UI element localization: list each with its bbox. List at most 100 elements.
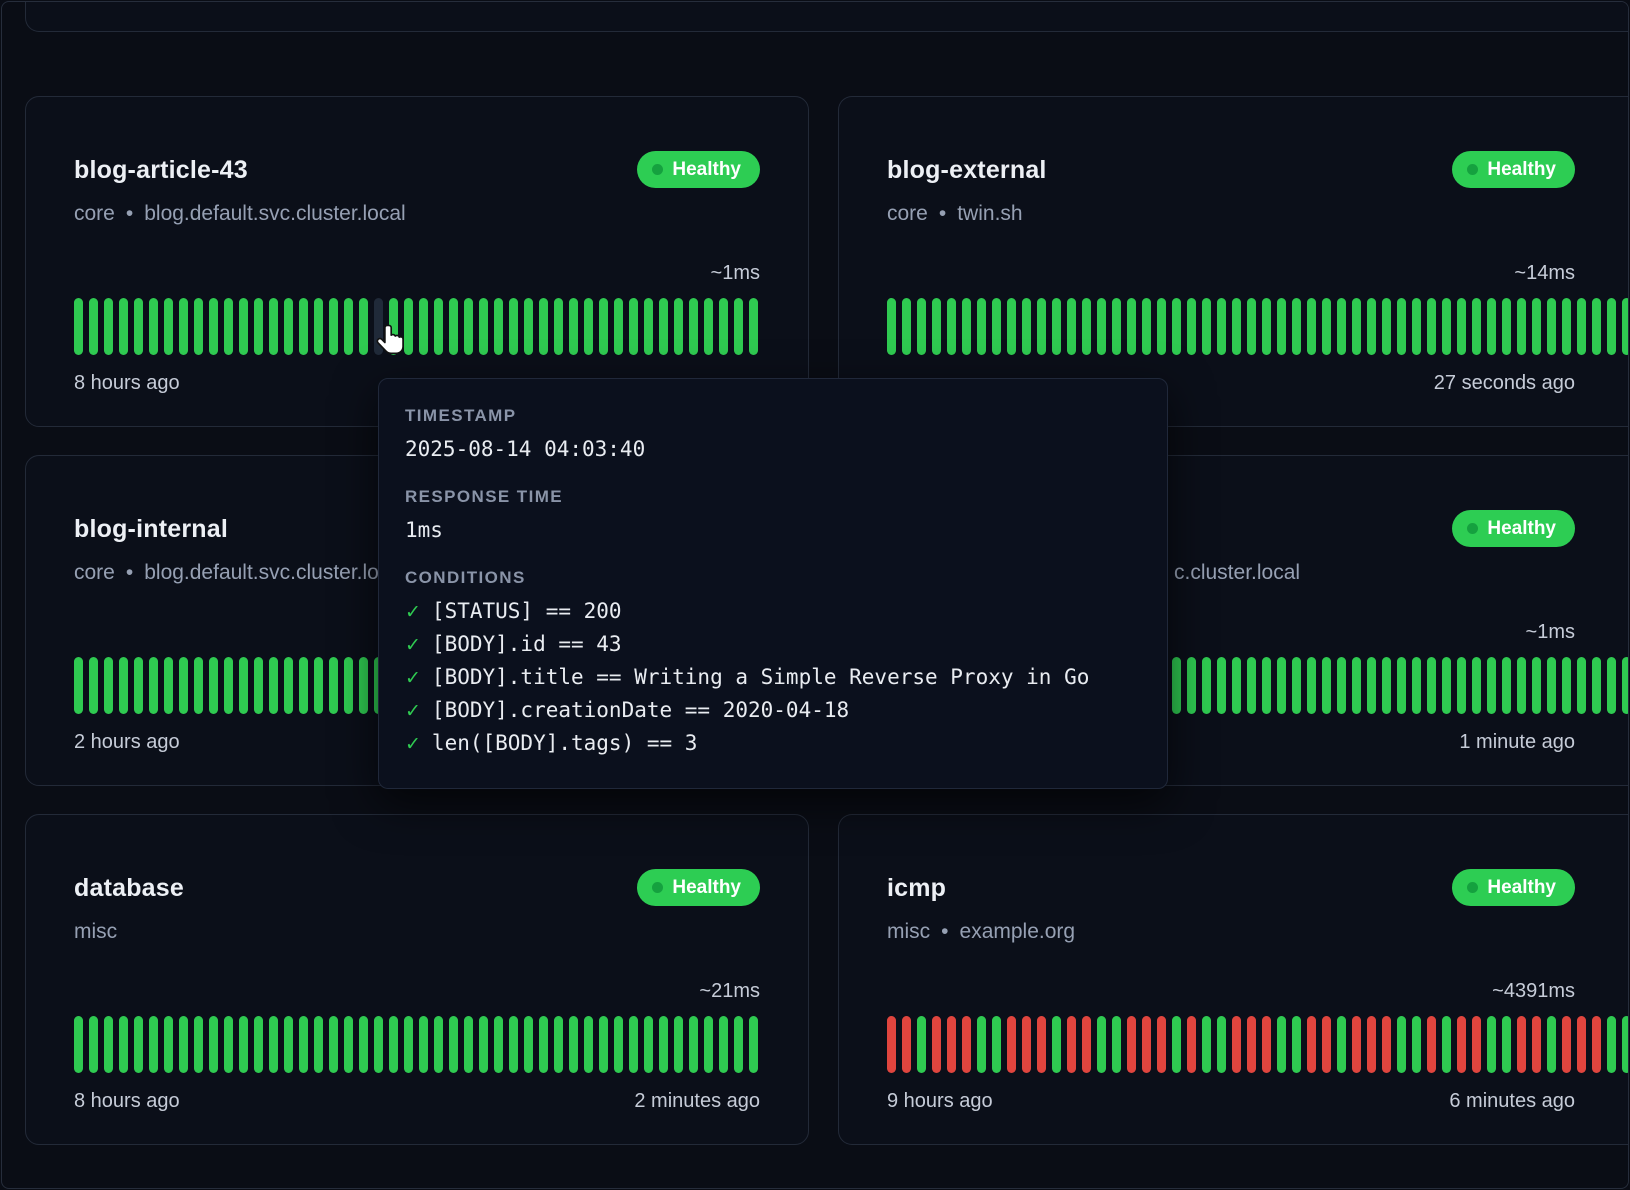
status-bar[interactable] bbox=[1277, 298, 1286, 355]
status-bar[interactable] bbox=[1277, 1016, 1286, 1073]
status-bar[interactable] bbox=[1532, 1016, 1541, 1073]
status-bar[interactable] bbox=[104, 1016, 113, 1073]
status-bar[interactable] bbox=[164, 298, 173, 355]
status-bar[interactable] bbox=[269, 1016, 278, 1073]
status-bar[interactable] bbox=[554, 1016, 563, 1073]
status-bar[interactable] bbox=[1487, 657, 1496, 714]
status-bar[interactable] bbox=[917, 1016, 926, 1073]
status-bar[interactable] bbox=[1547, 298, 1556, 355]
status-bar[interactable] bbox=[269, 298, 278, 355]
status-bar[interactable] bbox=[947, 298, 956, 355]
status-bar[interactable] bbox=[1112, 298, 1121, 355]
status-bar[interactable] bbox=[179, 657, 188, 714]
status-bar[interactable] bbox=[1217, 657, 1226, 714]
status-bar[interactable] bbox=[1307, 1016, 1316, 1073]
status-bar[interactable] bbox=[1187, 657, 1196, 714]
status-bar[interactable] bbox=[344, 657, 353, 714]
status-bar[interactable] bbox=[1232, 298, 1241, 355]
status-bar[interactable] bbox=[224, 657, 233, 714]
status-bar[interactable] bbox=[1007, 1016, 1016, 1073]
status-bar[interactable] bbox=[644, 298, 653, 355]
status-bar[interactable] bbox=[1247, 657, 1256, 714]
status-bar[interactable] bbox=[659, 298, 668, 355]
status-bar[interactable] bbox=[1607, 298, 1616, 355]
status-bar[interactable] bbox=[992, 1016, 1001, 1073]
status-bar[interactable] bbox=[584, 298, 593, 355]
status-bar[interactable] bbox=[194, 298, 203, 355]
status-bar[interactable] bbox=[314, 1016, 323, 1073]
status-bar[interactable] bbox=[689, 1016, 698, 1073]
status-bar[interactable] bbox=[1037, 298, 1046, 355]
status-bar[interactable] bbox=[359, 657, 368, 714]
status-bar[interactable] bbox=[329, 298, 338, 355]
status-bar[interactable] bbox=[1427, 657, 1436, 714]
status-bar[interactable] bbox=[119, 298, 128, 355]
status-bar[interactable] bbox=[209, 298, 218, 355]
status-bar[interactable] bbox=[674, 1016, 683, 1073]
status-bar[interactable] bbox=[209, 657, 218, 714]
status-bar[interactable] bbox=[1517, 1016, 1526, 1073]
status-bar[interactable] bbox=[734, 1016, 743, 1073]
status-bar[interactable] bbox=[749, 298, 758, 355]
status-bar[interactable] bbox=[434, 1016, 443, 1073]
status-bar[interactable] bbox=[1097, 298, 1106, 355]
status-bar[interactable] bbox=[1262, 657, 1271, 714]
status-bar[interactable] bbox=[1412, 1016, 1421, 1073]
status-bar[interactable] bbox=[1532, 657, 1541, 714]
status-bar[interactable] bbox=[449, 298, 458, 355]
status-bar[interactable] bbox=[1127, 1016, 1136, 1073]
status-bar[interactable] bbox=[704, 298, 713, 355]
status-bar[interactable] bbox=[1337, 657, 1346, 714]
status-bar[interactable] bbox=[887, 1016, 896, 1073]
status-bar[interactable] bbox=[1292, 298, 1301, 355]
status-bar[interactable] bbox=[689, 298, 698, 355]
status-bar[interactable] bbox=[89, 657, 98, 714]
status-bar[interactable] bbox=[1202, 1016, 1211, 1073]
status-bar[interactable] bbox=[299, 298, 308, 355]
status-bar[interactable] bbox=[1517, 298, 1526, 355]
status-bar[interactable] bbox=[1427, 1016, 1436, 1073]
status-bar[interactable] bbox=[1247, 1016, 1256, 1073]
status-bar[interactable] bbox=[1487, 1016, 1496, 1073]
status-bar[interactable] bbox=[1607, 1016, 1616, 1073]
status-bar[interactable] bbox=[1187, 1016, 1196, 1073]
endpoint-card-icmp[interactable]: icmp Healthy misc•example.org ~4391ms 9 … bbox=[838, 814, 1629, 1145]
status-bar[interactable] bbox=[1052, 1016, 1061, 1073]
status-bar[interactable] bbox=[239, 1016, 248, 1073]
status-bar[interactable] bbox=[1187, 298, 1196, 355]
status-bar[interactable] bbox=[134, 1016, 143, 1073]
status-bar[interactable] bbox=[1172, 298, 1181, 355]
status-bar[interactable] bbox=[962, 298, 971, 355]
status-bar[interactable] bbox=[1037, 1016, 1046, 1073]
status-bar[interactable] bbox=[992, 298, 1001, 355]
status-bar[interactable] bbox=[1307, 298, 1316, 355]
status-bar[interactable] bbox=[1337, 298, 1346, 355]
status-bar[interactable] bbox=[1562, 1016, 1571, 1073]
status-bar[interactable] bbox=[254, 1016, 263, 1073]
status-bar[interactable] bbox=[314, 298, 323, 355]
status-bar[interactable] bbox=[299, 657, 308, 714]
status-bar[interactable] bbox=[614, 1016, 623, 1073]
status-bar[interactable] bbox=[1412, 298, 1421, 355]
status-bar[interactable] bbox=[104, 298, 113, 355]
status-bar[interactable] bbox=[479, 1016, 488, 1073]
status-bar[interactable] bbox=[1067, 1016, 1076, 1073]
status-bar[interactable] bbox=[1352, 1016, 1361, 1073]
status-bar[interactable] bbox=[584, 1016, 593, 1073]
status-bar[interactable] bbox=[659, 1016, 668, 1073]
status-bar[interactable] bbox=[224, 1016, 233, 1073]
status-bar[interactable] bbox=[419, 1016, 428, 1073]
status-bar[interactable] bbox=[1472, 657, 1481, 714]
status-bar[interactable] bbox=[329, 657, 338, 714]
status-bar[interactable] bbox=[149, 298, 158, 355]
status-bar[interactable] bbox=[1127, 298, 1136, 355]
status-bar[interactable] bbox=[902, 1016, 911, 1073]
endpoint-card-database[interactable]: database Healthy misc ~21ms 8 hours ago … bbox=[25, 814, 809, 1145]
status-bar[interactable] bbox=[1307, 657, 1316, 714]
status-bar[interactable] bbox=[164, 657, 173, 714]
status-bar[interactable] bbox=[1367, 657, 1376, 714]
status-bar[interactable] bbox=[1217, 1016, 1226, 1073]
status-bar[interactable] bbox=[932, 1016, 941, 1073]
uptime-chart[interactable] bbox=[74, 298, 760, 355]
status-bar[interactable] bbox=[74, 1016, 83, 1073]
